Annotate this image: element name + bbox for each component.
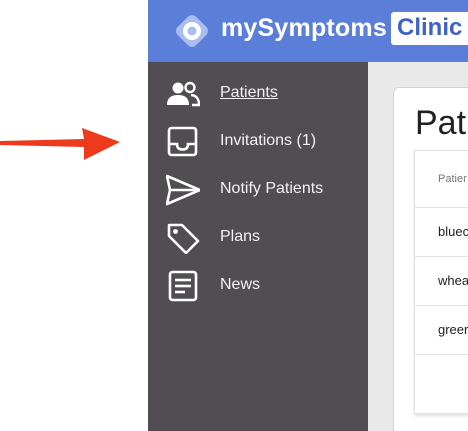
table-cell: whea	[438, 273, 468, 288]
annotation-arrow	[0, 128, 120, 160]
sidebar-item-label: News	[220, 276, 261, 293]
table-cell: greer	[438, 322, 468, 337]
tag-icon	[167, 223, 200, 254]
app-window: mySymptoms Clinic Patients Invitations (…	[148, 0, 468, 431]
page-title: Pati	[415, 104, 468, 142]
patients-table: Patier bluec whea greer	[414, 150, 468, 414]
sidebar-item-notify-patients[interactable]: Notify Patients	[148, 166, 368, 214]
sidebar-item-label: Notify Patients	[220, 180, 324, 197]
sidebar-item-label: Patients	[220, 84, 278, 101]
sidebar-item-news[interactable]: News	[148, 262, 368, 310]
table-header: Patier	[415, 151, 468, 208]
main-content: Pati Patier bluec whea greer	[368, 62, 468, 431]
people-icon	[167, 81, 200, 107]
sidebar-item-patients[interactable]: Patients	[148, 70, 368, 118]
inbox-tray-icon	[167, 126, 198, 157]
clinic-badge: Clinic	[391, 12, 468, 45]
document-icon	[168, 270, 198, 302]
table-row[interactable]: greer	[415, 306, 468, 355]
table-row[interactable]: whea	[415, 257, 468, 306]
sidebar-item-plans[interactable]: Plans	[148, 214, 368, 262]
logo-icon	[176, 15, 208, 47]
brand-name: mySymptoms	[221, 14, 387, 42]
table-row[interactable]: bluec	[415, 208, 468, 257]
patients-card: Pati Patier bluec whea greer	[393, 87, 468, 431]
column-header-patient[interactable]: Patier	[438, 173, 467, 185]
send-icon	[166, 174, 200, 206]
sidebar: Patients Invitations (1) Notify Patients…	[148, 62, 368, 431]
top-bar: mySymptoms Clinic	[148, 0, 468, 62]
sidebar-item-label: Plans	[220, 228, 261, 245]
table-cell: bluec	[438, 224, 468, 239]
sidebar-item-invitations[interactable]: Invitations (1)	[148, 118, 368, 166]
sidebar-item-label: Invitations (1)	[220, 132, 317, 149]
